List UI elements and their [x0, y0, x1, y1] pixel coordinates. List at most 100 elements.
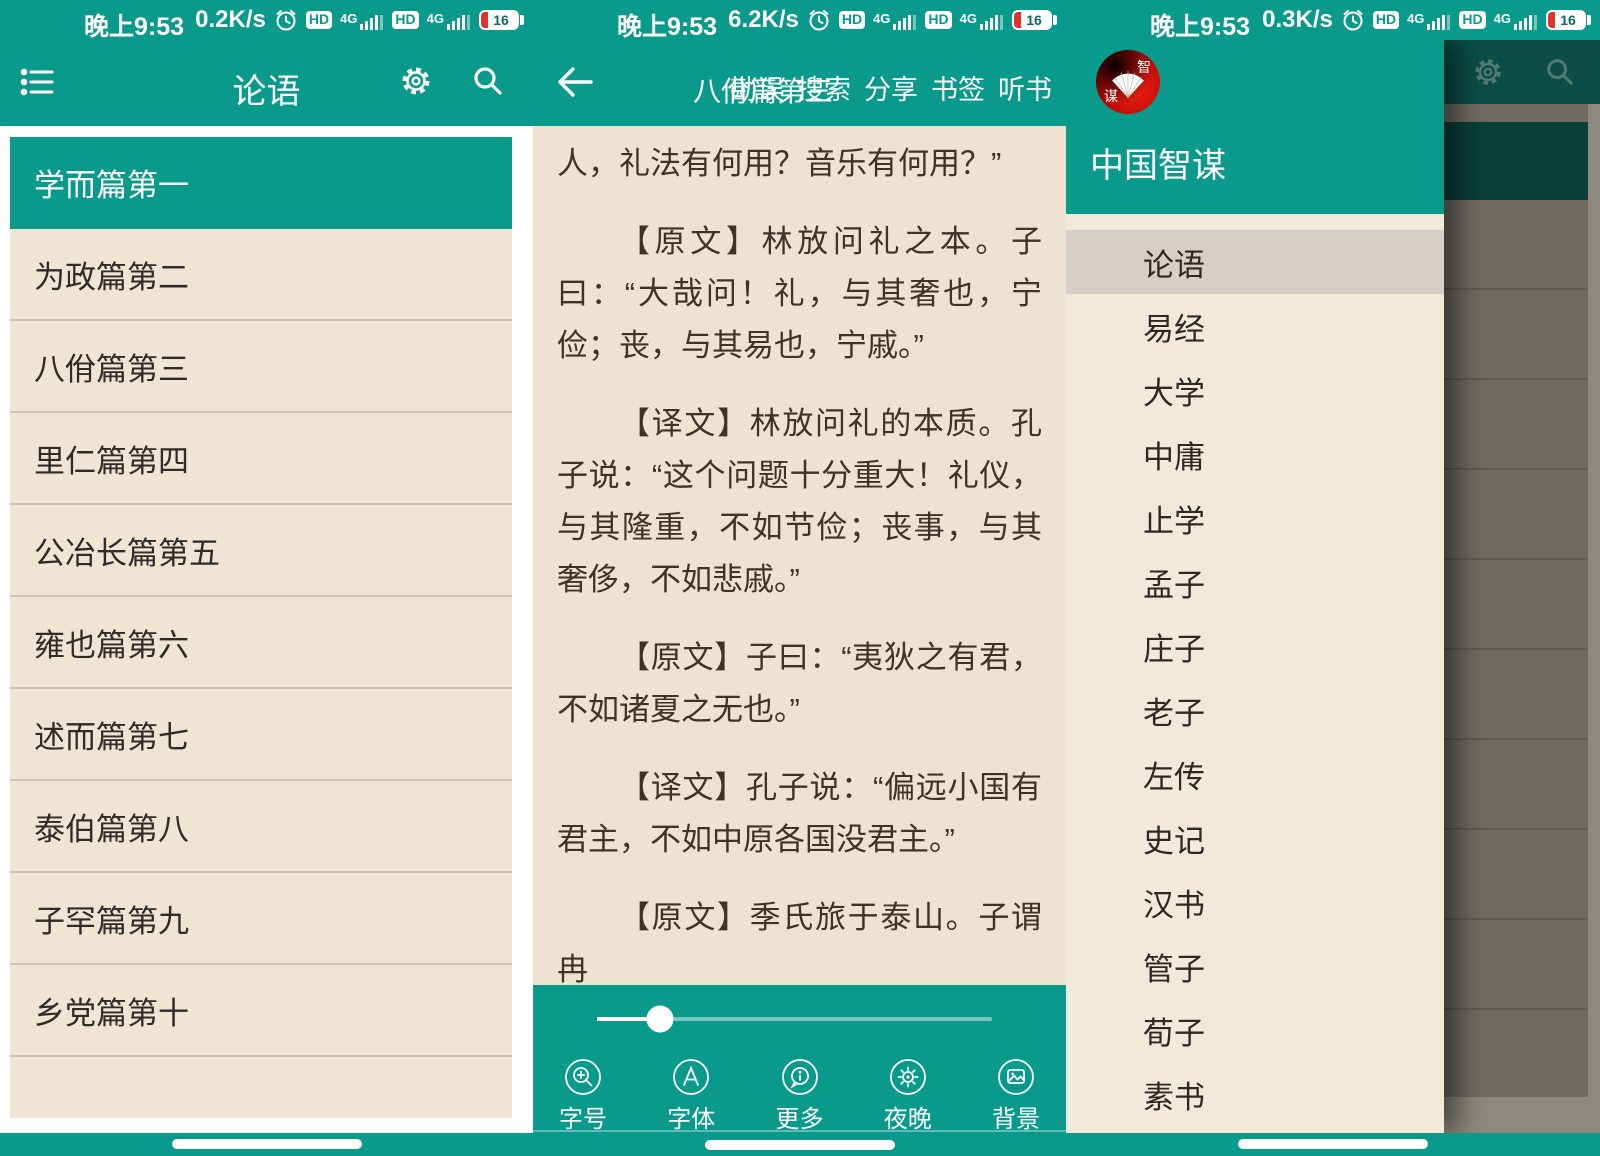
night-mode-button[interactable]: 夜晚 [884, 1057, 932, 1134]
chapter-item[interactable]: 子罕篇第九 [10, 873, 512, 965]
menu-share[interactable]: 分享 [864, 68, 918, 107]
book-item[interactable]: 易经 [1066, 294, 1444, 358]
book-item[interactable]: 庄子 [1066, 614, 1444, 678]
book-item[interactable]: 左传 [1066, 742, 1444, 806]
chapter-item[interactable]: 八佾篇第三 [10, 321, 512, 413]
app-logo: 智 谋 [1096, 50, 1160, 114]
drawer-header: 智 谋 中国智谋 [1066, 40, 1444, 214]
app-title: 中国智谋 [1090, 138, 1226, 187]
paragraph: 【译文】孔子说：“对于不仁的人，礼法有何用？音乐有何用？” [557, 126, 1042, 190]
drawer-scrim[interactable] [1444, 40, 1600, 1133]
signal-4g-icon: 4G [427, 11, 471, 30]
paragraph: 【译文】林放问礼的本质。孔子说：“这个问题十分重大！礼仪，与其隆重，不如节俭；丧… [557, 398, 1042, 606]
clock-text: 晚上9:53 [84, 7, 184, 43]
home-indicator[interactable] [172, 1139, 362, 1149]
status-bar-2: 晚上9:53 6.2K/s HD 4G HD 4G 16 [533, 0, 1066, 40]
chapter-item[interactable]: 述而篇第七 [10, 689, 512, 781]
dimmed-appbar [1444, 40, 1600, 104]
screen: 晚上9:53 0.2K/s HD 4G HD 4G 16 论语 [0, 0, 1600, 1156]
hd-icon: HD [925, 11, 951, 28]
chapter-item[interactable]: 乡党篇第十 [10, 965, 512, 1057]
background-button[interactable]: 背景 [992, 1057, 1040, 1134]
more-button[interactable]: 更多 [776, 1057, 824, 1134]
book-drawer: 智 谋 中国智谋 论语 易经 大学 中庸 止学 孟子 庄子 老子 左传 史记 汉… [1066, 40, 1444, 1133]
battery-icon: 16 [1546, 10, 1586, 30]
chapter-item[interactable]: 雍也篇第六 [10, 597, 512, 689]
gesture-nav-bar [0, 1133, 533, 1156]
info-bubble-icon [780, 1057, 820, 1097]
font-size-button[interactable]: 字号 [559, 1057, 607, 1134]
letter-a-icon [671, 1057, 711, 1097]
dimmed-margin [1588, 104, 1600, 1097]
panel-chapter-list: 晚上9:53 0.2K/s HD 4G HD 4G 16 论语 [0, 0, 533, 1156]
zoom-plus-icon [563, 1057, 603, 1097]
chapter-item[interactable]: 为政篇第二 [10, 229, 512, 321]
chapter-item-selected[interactable]: 学而篇第一 [10, 137, 512, 229]
book-item-selected[interactable]: 论语 [1066, 230, 1444, 294]
progress-slider[interactable] [597, 1017, 992, 1021]
book-item[interactable]: 孟子 [1066, 550, 1444, 614]
hd-icon: HD [392, 11, 418, 28]
search-icon[interactable] [471, 64, 505, 103]
hd-icon: HD [1373, 11, 1399, 28]
book-item[interactable]: 中庸 [1066, 422, 1444, 486]
hd-icon: HD [306, 11, 332, 28]
chapter-item[interactable]: 公冶长篇第五 [10, 505, 512, 597]
image-icon [996, 1057, 1036, 1097]
gesture-nav-bar [1066, 1133, 1600, 1156]
clock-text: 晚上9:53 [1150, 7, 1250, 43]
alarm-icon [1341, 8, 1365, 32]
network-speed: 0.2K/s [195, 6, 266, 34]
menu-errata[interactable]: 勘误 [730, 68, 784, 107]
status-bar-3: 晚上9:53 0.3K/s HD 4G HD 4G 16 [1066, 0, 1600, 40]
chapter-menu-button[interactable] [20, 66, 56, 103]
signal-4g-icon: 4G [960, 11, 1004, 30]
logo-char-top: 智 [1137, 60, 1151, 74]
logo-char-bottom: 谋 [1104, 89, 1118, 103]
slider-thumb[interactable] [647, 1006, 674, 1033]
font-family-button[interactable]: 字体 [667, 1057, 715, 1134]
book-item[interactable]: 大学 [1066, 358, 1444, 422]
network-speed: 6.2K/s [728, 6, 799, 34]
alarm-icon [274, 8, 298, 32]
menu-bookmark[interactable]: 书签 [931, 68, 985, 107]
panel-book-drawer: 晚上9:53 0.3K/s HD 4G HD 4G 16 [1066, 0, 1600, 1156]
book-item[interactable]: 老子 [1066, 678, 1444, 742]
chapter-item-partial[interactable] [10, 1057, 512, 1118]
book-item[interactable]: 素书 [1066, 1062, 1444, 1126]
back-arrow-icon[interactable] [555, 66, 595, 103]
dimmed-list [1444, 200, 1588, 1097]
menu-search[interactable]: 搜索 [797, 68, 851, 107]
book-item[interactable]: 管子 [1066, 934, 1444, 998]
reader-menu: 勘误 搜索 分享 书签 听书 [730, 68, 1052, 107]
signal-4g-icon: 4G [340, 11, 384, 30]
battery-icon: 16 [1012, 10, 1052, 30]
settings-gear-icon[interactable] [397, 62, 435, 105]
signal-4g-icon: 4G [873, 11, 917, 30]
status-bar-1: 晚上9:53 0.2K/s HD 4G HD 4G 16 [0, 0, 533, 40]
book-item[interactable]: 止学 [1066, 486, 1444, 550]
chapter-item[interactable]: 泰伯篇第八 [10, 781, 512, 873]
appbar-reader: 八佾篇第三 勘误 搜索 分享 书签 听书 [533, 40, 1066, 126]
paragraph: 【译文】孔子说：“偏远小国有君主，不如中原各国没君主。” [557, 762, 1042, 866]
battery-icon: 16 [479, 10, 519, 30]
chapter-item[interactable]: 里仁篇第四 [10, 413, 512, 505]
paragraph: 【原文】季氏旅于泰山。子谓冉 [557, 892, 1042, 985]
hd-icon: HD [839, 11, 865, 28]
home-indicator[interactable] [1238, 1139, 1428, 1149]
appbar-chapters: 论语 [0, 40, 533, 126]
search-icon [1544, 56, 1576, 93]
sun-icon [888, 1057, 928, 1097]
paragraph: 【原文】子曰：“夷狄之有君，不如诸夏之无也。” [557, 632, 1042, 736]
book-item[interactable]: 汉书 [1066, 870, 1444, 934]
panel-reader: 晚上9:53 6.2K/s HD 4G HD 4G 16 八佾篇第三 勘误 搜索… [533, 0, 1066, 1156]
reader-toolbar: 字号 字体 更多 夜晚 背景 [533, 985, 1066, 1156]
book-item[interactable]: 史记 [1066, 806, 1444, 870]
menu-listen[interactable]: 听书 [998, 68, 1052, 107]
reading-area[interactable]: 【译文】孔子说：“对于不仁的人，礼法有何用？音乐有何用？” 【原文】林放问礼之本… [533, 126, 1066, 985]
reading-text: 【译文】孔子说：“对于不仁的人，礼法有何用？音乐有何用？” 【原文】林放问礼之本… [557, 126, 1042, 985]
signal-4g-icon: 4G [1407, 11, 1451, 30]
book-item[interactable]: 荀子 [1066, 998, 1444, 1062]
chapter-list: 学而篇第一 为政篇第二 八佾篇第三 里仁篇第四 公冶长篇第五 雍也篇第六 述而篇… [10, 137, 512, 1118]
home-indicator[interactable] [705, 1140, 895, 1150]
